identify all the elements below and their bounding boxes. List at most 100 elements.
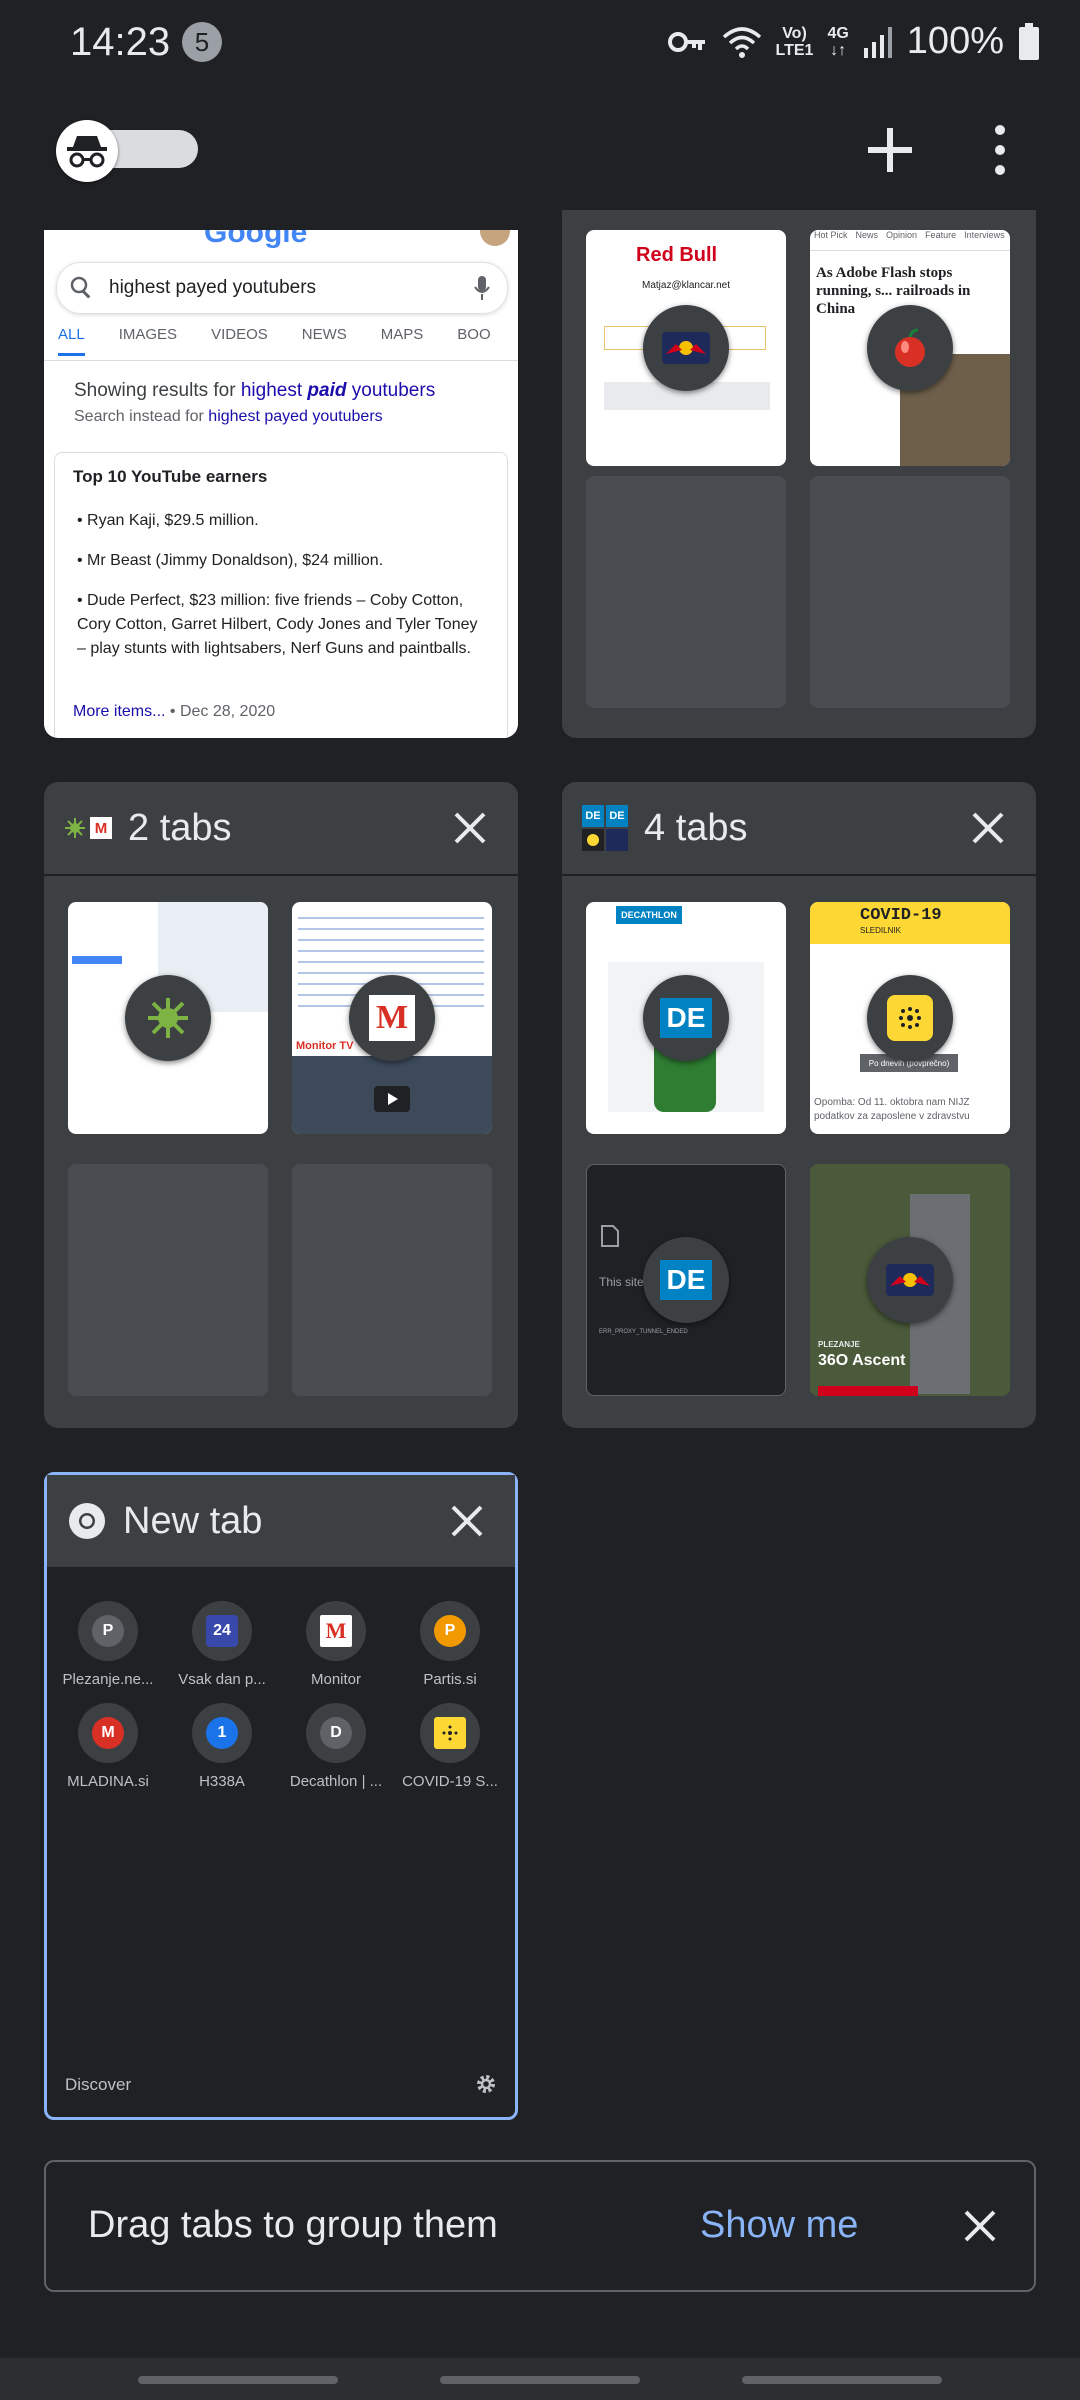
shortcut-tile[interactable]: P Plezanje.ne...	[49, 1601, 167, 1688]
hint-text: Drag tabs to group them	[88, 2204, 498, 2246]
shortcut-tile[interactable]: M MLADINA.si	[49, 1703, 167, 1790]
featured-snippet: Top 10 YouTube earners • Ryan Kaji, $29.…	[54, 452, 508, 738]
covid-header-preview: COVID-19 SLEDILNIK	[810, 902, 1010, 944]
tile-favicon-icon: D	[320, 1717, 352, 1749]
shortcut-tile[interactable]: P Partis.si	[391, 1601, 509, 1688]
tab-thumb-placeholder	[68, 1164, 268, 1396]
decathlon-icon: DE	[643, 975, 729, 1061]
search-tab-books: BOO	[457, 326, 491, 343]
header-divider	[44, 874, 518, 876]
tile-favicon-icon: P	[434, 1615, 466, 1647]
tab-thumb-redbull-climbing[interactable]: PLEZANJE 36O Ascent	[810, 1164, 1010, 1396]
shortcut-tile[interactable]: COVID-19 S...	[391, 1703, 509, 1790]
tab-thumb-redbull-login[interactable]: Red Bull Matjaz@klancar.net	[586, 230, 786, 466]
tab-card-google-search[interactable]: Google highest payed youtubers ALL IMAGE…	[44, 230, 518, 738]
incognito-icon	[56, 120, 118, 182]
vpn-key-icon	[667, 31, 705, 52]
nav-home-handle[interactable]	[440, 2376, 640, 2384]
tab-thumb-covid-sledilnik[interactable]: COVID-19 SLEDILNIK Po dnevih (povprečno)…	[810, 902, 1010, 1134]
signal-icon	[863, 26, 892, 58]
list-item: • Dude Perfect, $23 million: five friend…	[77, 592, 478, 657]
group-title: 4 tabs	[644, 806, 748, 849]
tab-header: New tab	[47, 1475, 515, 1567]
header-divider	[562, 874, 1036, 876]
decathlon-favicon-icon: DE	[606, 805, 628, 827]
tile-favicon-icon: M	[320, 1615, 352, 1647]
virus-icon	[125, 975, 211, 1061]
tile-label: Decathlon | ...	[289, 1773, 383, 1790]
more-vert-icon	[995, 125, 1005, 175]
redbull-icon	[643, 305, 729, 391]
tile-label: H338A	[199, 1773, 245, 1790]
group-title: 2 tabs	[128, 806, 232, 849]
search-tab-videos: VIDEOS	[211, 326, 268, 343]
search-tab-images: IMAGES	[118, 326, 178, 343]
tab-thumb-news-flash[interactable]: Hot Pick News Opinion Feature Interviews As …	[810, 230, 1010, 466]
more-options-button[interactable]	[970, 120, 1030, 180]
system-nav-bar	[0, 2358, 1080, 2400]
apple-icon	[867, 305, 953, 391]
close-icon[interactable]	[443, 1497, 491, 1545]
shortcut-tile[interactable]: M Monitor	[277, 1601, 395, 1688]
monitor-favicon-icon: M	[90, 817, 112, 839]
notification-count-badge: 5	[182, 22, 222, 62]
group-favicons: DE DE	[582, 805, 628, 851]
close-icon[interactable]	[964, 804, 1012, 852]
spelling-correction: Showing results for highest paid youtube…	[74, 380, 436, 425]
tab-thumb-decathlon-error[interactable]: This site ERR_PROXY_TUNNEL_ENDED DE	[586, 1164, 786, 1396]
google-logo-fragment: Google	[204, 230, 308, 249]
group-header: DE DE 4 tabs	[562, 782, 1036, 874]
tile-favicon-icon: M	[92, 1717, 124, 1749]
play-icon	[374, 1086, 410, 1112]
tab-group-4-tabs[interactable]: DE DE 4 tabs DECATHLON DE COVID-19 SLEDI…	[562, 782, 1036, 1428]
decathlon-logo: DECATHLON	[616, 906, 682, 924]
shortcut-tile[interactable]: 1 H338A	[163, 1703, 281, 1790]
tile-label: MLADINA.si	[67, 1773, 149, 1790]
plus-icon	[868, 128, 912, 172]
battery-icon	[1019, 22, 1039, 60]
divider	[44, 360, 518, 361]
tab-group-redbull[interactable]: Red Bull Matjaz@klancar.net Hot Pick News…	[562, 210, 1036, 738]
tab-thumb-decathlon-product[interactable]: DECATHLON DE	[586, 902, 786, 1134]
monitor-icon: M	[349, 975, 435, 1061]
tile-label: Plezanje.ne...	[62, 1671, 154, 1688]
monitor-tv-caption: Monitor TV	[296, 1040, 354, 1052]
tab-card-new-tab[interactable]: New tab P Plezanje.ne... 24 Vsak dan p..…	[44, 1472, 518, 2120]
tile-favicon-icon: 24	[206, 1615, 238, 1647]
new-tab-button[interactable]	[860, 120, 920, 180]
wifi-icon	[722, 26, 761, 58]
tab-thumb-map-page[interactable]	[68, 902, 268, 1134]
gear-icon	[477, 2075, 495, 2093]
tab-thumb-monitor[interactable]: Monitor TV M	[292, 902, 492, 1134]
shortcut-tile[interactable]: D Decathlon | ...	[277, 1703, 395, 1790]
nav-recents-handle[interactable]	[138, 2376, 338, 2384]
tile-label: Monitor	[310, 1671, 362, 1688]
incognito-toggle[interactable]	[56, 120, 198, 182]
close-icon[interactable]	[954, 2200, 1006, 2252]
drag-hint-banner: Drag tabs to group them Show me	[44, 2160, 1036, 2292]
snippet-title: Top 10 YouTube earners	[73, 467, 268, 486]
show-me-button[interactable]: Show me	[700, 2204, 858, 2247]
covid-favicon-icon	[434, 1717, 466, 1749]
nav-back-handle[interactable]	[742, 2376, 942, 2384]
search-box: highest payed youtubers	[56, 262, 508, 314]
chrome-icon	[69, 1503, 105, 1539]
tile-favicon-icon: P	[92, 1615, 124, 1647]
error-message: This site	[599, 1275, 644, 1289]
status-time: 14:23	[70, 20, 171, 64]
tile-label: Vsak dan p...	[178, 1671, 266, 1688]
article-caption: 36O Ascent	[818, 1352, 906, 1369]
group-header: M 2 tabs	[44, 782, 518, 874]
search-query: highest payed youtubers	[109, 277, 317, 298]
decathlon-icon: DE	[643, 1237, 729, 1323]
search-icon	[70, 276, 91, 299]
discover-label: Discover	[65, 2075, 132, 2094]
tab-group-2-tabs[interactable]: M 2 tabs Monitor TV M	[44, 782, 518, 1428]
tile-label: Partis.si	[423, 1671, 477, 1688]
close-icon[interactable]	[446, 804, 494, 852]
shortcut-tile[interactable]: 24 Vsak dan p...	[163, 1601, 281, 1688]
search-tab-news: NEWS	[301, 326, 347, 343]
search-tab-maps: MAPS	[380, 326, 424, 343]
cta-preview	[818, 1386, 918, 1396]
covid-note: Opomba: Od 11. oktobra nam NIJZ podatkov…	[814, 1097, 970, 1122]
